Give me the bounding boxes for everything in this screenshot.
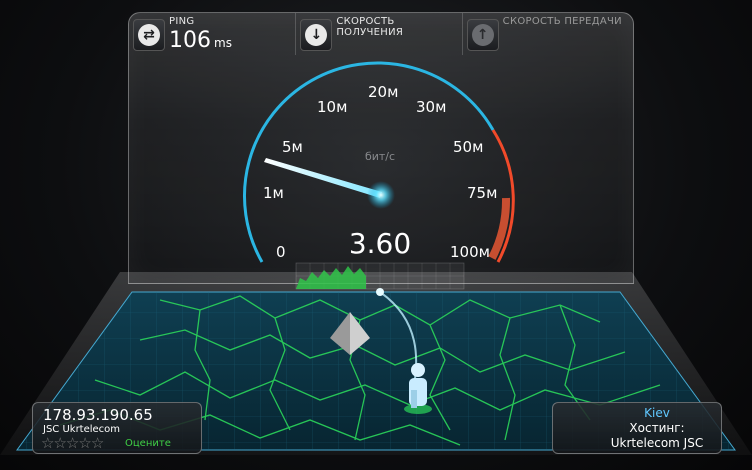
tick-75m: 75м xyxy=(467,184,497,202)
tick-1m: 1м xyxy=(263,184,284,202)
tick-100m: 100м xyxy=(450,243,490,261)
tick-5m: 5м xyxy=(282,138,303,156)
speed-value: 3.60 xyxy=(349,227,411,260)
speed-history-graph xyxy=(295,262,465,290)
star-icon[interactable]: ☆ xyxy=(41,434,54,452)
tick-10m: 10м xyxy=(317,98,347,116)
star-icon[interactable]: ☆ xyxy=(78,434,91,452)
tick-0: 0 xyxy=(276,243,286,261)
tick-30m: 30м xyxy=(416,98,446,116)
client-info-panel: 178.93.190.65 JSC Ukrtelecom ☆☆☆☆☆ Оцени… xyxy=(32,402,202,454)
client-ip: 178.93.190.65 xyxy=(43,406,153,424)
star-icon[interactable]: ☆ xyxy=(91,434,104,452)
gauge-unit: бит/с xyxy=(365,150,395,163)
speed-gauge: 0 1м 5м 10м 20м 30м 50м 75м 100м бит/с 3… xyxy=(242,61,515,290)
server-info-panel: Kiev Хостинг: Ukrtelecom JSC xyxy=(552,402,722,454)
rate-link[interactable]: Оцените xyxy=(125,438,171,449)
needle-hub xyxy=(367,181,395,209)
star-icon[interactable]: ☆ xyxy=(66,434,79,452)
host-name: Ukrtelecom JSC xyxy=(610,436,704,450)
tick-50m: 50м xyxy=(453,138,483,156)
rating-stars[interactable]: ☆☆☆☆☆ xyxy=(41,434,104,452)
star-icon[interactable]: ☆ xyxy=(53,434,66,452)
host-label: Хостинг: xyxy=(629,421,685,435)
speedtest-stage: ⇄ PING 106 ms ↓ СКОРОСТЬ ПОЛУЧЕНИЯ ↑ СКОР… xyxy=(0,0,752,470)
tick-20m: 20м xyxy=(368,83,398,101)
server-city: Kiev xyxy=(644,406,670,420)
